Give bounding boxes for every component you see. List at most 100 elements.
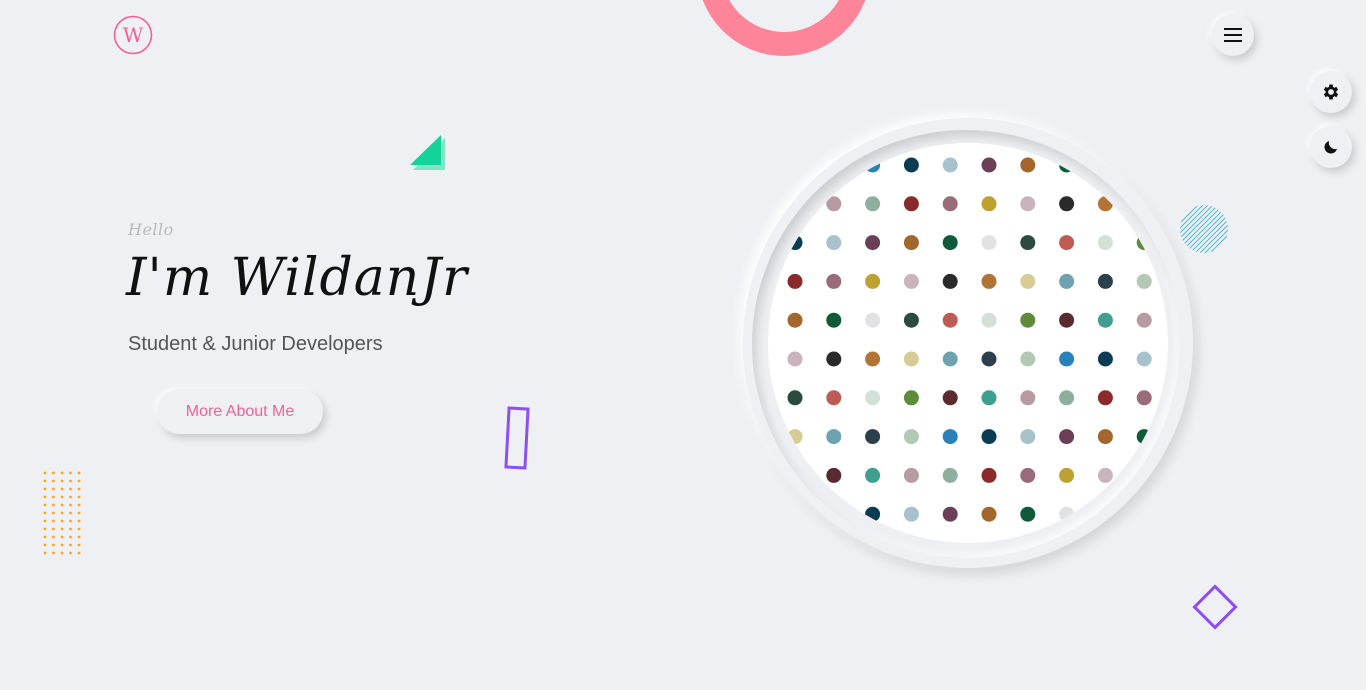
pattern-dot bbox=[1020, 351, 1036, 367]
logo-letter: W bbox=[123, 23, 144, 47]
pattern-dot bbox=[865, 390, 881, 406]
orange-dot bbox=[43, 519, 47, 523]
pattern-dot bbox=[981, 390, 997, 406]
orange-dot bbox=[69, 471, 72, 475]
pattern-dot bbox=[1097, 467, 1113, 483]
pattern-dot bbox=[1097, 235, 1113, 251]
orange-dot bbox=[43, 487, 47, 491]
orange-dot bbox=[60, 503, 64, 507]
pattern-dot bbox=[903, 273, 919, 289]
pattern-dot bbox=[903, 196, 919, 212]
pattern-dot bbox=[942, 273, 958, 289]
portfolio-home: W Hello I'm WildanJr Student & Junior De… bbox=[0, 0, 1366, 690]
orange-dot bbox=[77, 519, 81, 523]
more-about-me-button[interactable]: More About Me bbox=[157, 389, 323, 434]
pattern-dot bbox=[1020, 273, 1036, 289]
orange-dot bbox=[69, 495, 72, 499]
pattern-dot bbox=[1059, 235, 1075, 251]
orange-dot bbox=[69, 551, 72, 555]
pattern-dot bbox=[1059, 429, 1075, 445]
pattern-dot bbox=[981, 506, 997, 522]
pattern-dot bbox=[1097, 429, 1113, 445]
orange-dot bbox=[60, 479, 64, 483]
theme-toggle-button[interactable] bbox=[1310, 126, 1352, 168]
orange-dot bbox=[69, 535, 72, 539]
orange-dot bbox=[60, 543, 64, 547]
pattern-dot bbox=[981, 351, 997, 367]
orange-dot bbox=[52, 487, 55, 491]
orange-dot bbox=[52, 495, 55, 499]
orange-dot bbox=[52, 511, 55, 515]
hero-subtitle: Student & Junior Developers bbox=[128, 333, 383, 355]
pattern-dot bbox=[1059, 390, 1075, 406]
orange-dot bbox=[43, 535, 47, 539]
pattern-dot bbox=[1020, 196, 1036, 212]
orange-dot bbox=[77, 487, 81, 491]
pattern-dot bbox=[826, 390, 842, 406]
pattern-dot bbox=[981, 196, 997, 212]
moon-icon bbox=[1324, 141, 1337, 154]
orange-dot bbox=[77, 527, 81, 531]
pattern-dot bbox=[1059, 467, 1075, 483]
orange-dot bbox=[77, 471, 81, 475]
pattern-dot bbox=[942, 235, 958, 251]
gear-icon bbox=[1323, 84, 1339, 100]
pattern-dot bbox=[942, 351, 958, 367]
pattern-dot bbox=[942, 157, 958, 173]
pattern-dot bbox=[826, 429, 842, 445]
orange-dot bbox=[52, 519, 55, 523]
pattern-dot bbox=[903, 506, 919, 522]
orange-dot bbox=[69, 479, 72, 483]
orange-dot bbox=[52, 471, 55, 475]
pattern-dot bbox=[981, 235, 997, 251]
pattern-dot bbox=[942, 506, 958, 522]
pattern-dot bbox=[903, 235, 919, 251]
orange-dot bbox=[43, 495, 47, 499]
pattern-dot bbox=[903, 157, 919, 173]
pattern-dot bbox=[942, 312, 958, 328]
orange-dot bbox=[77, 511, 81, 515]
pattern-dot bbox=[1059, 273, 1075, 289]
orange-dot bbox=[77, 543, 81, 547]
site-logo[interactable]: W bbox=[113, 15, 153, 55]
settings-button[interactable] bbox=[1310, 71, 1352, 113]
pattern-dot bbox=[903, 390, 919, 406]
orange-dot bbox=[52, 503, 55, 507]
orange-dot bbox=[43, 471, 47, 475]
pattern-dot bbox=[942, 390, 958, 406]
pattern-dot bbox=[865, 196, 881, 212]
pattern-dot bbox=[1136, 273, 1152, 289]
pattern-dot bbox=[826, 196, 842, 212]
pattern-dot bbox=[787, 351, 803, 367]
hero-name: I'm WildanJr bbox=[126, 248, 468, 308]
orange-dot bbox=[43, 479, 47, 483]
pattern-dot bbox=[1020, 506, 1036, 522]
orange-dot bbox=[77, 479, 81, 483]
orange-dot bbox=[60, 495, 64, 499]
orange-dot bbox=[60, 487, 64, 491]
orange-dot bbox=[69, 519, 72, 523]
menu-button[interactable] bbox=[1212, 14, 1254, 56]
orange-dot bbox=[69, 543, 72, 547]
pattern-dot bbox=[1059, 351, 1075, 367]
pattern-dot bbox=[1020, 429, 1036, 445]
hatched-circle-decoration bbox=[1180, 205, 1228, 253]
pattern-dot bbox=[942, 429, 958, 445]
pattern-dot bbox=[1020, 157, 1036, 173]
orange-dot bbox=[60, 511, 64, 515]
pattern-dot bbox=[903, 351, 919, 367]
green-triangle-decoration bbox=[410, 135, 445, 170]
pink-ring-decoration bbox=[697, 0, 871, 56]
pattern-dot bbox=[981, 429, 997, 445]
orange-dot bbox=[77, 535, 81, 539]
pattern-dot bbox=[1059, 196, 1075, 212]
pattern-dot bbox=[1097, 312, 1113, 328]
pattern-dot bbox=[787, 390, 803, 406]
purple-diamond-decoration bbox=[1192, 584, 1238, 630]
pattern-dot bbox=[865, 312, 881, 328]
pattern-dot bbox=[1097, 351, 1113, 367]
pattern-dot bbox=[942, 467, 958, 483]
pattern-dot bbox=[1136, 351, 1152, 367]
w-logo-icon: W bbox=[113, 15, 153, 55]
greeting-text: Hello bbox=[128, 220, 174, 239]
